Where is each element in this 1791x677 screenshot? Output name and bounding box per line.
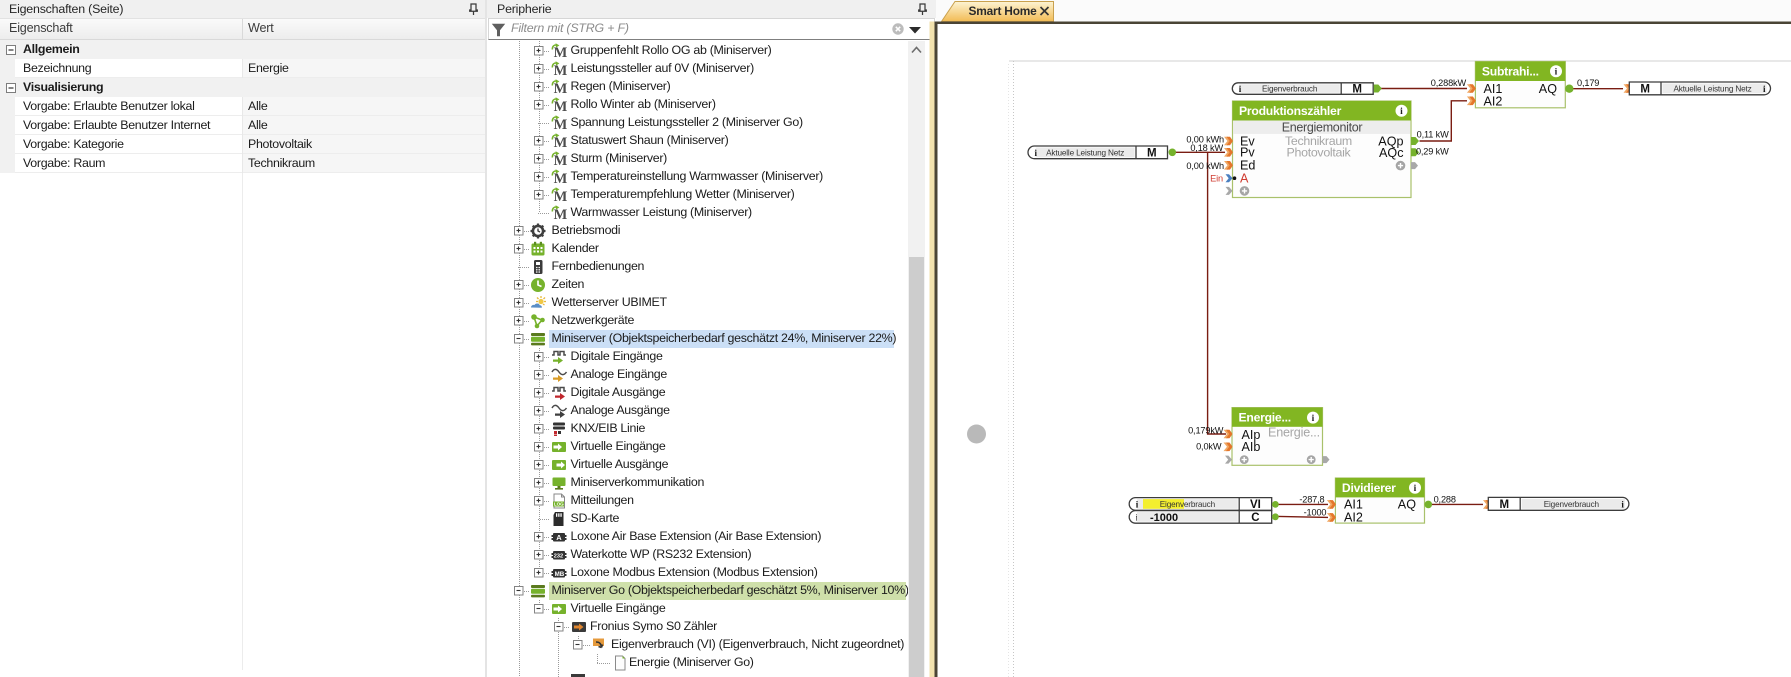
svg-text:Aktuelle Leistung Netz: Aktuelle Leistung Netz [1046, 148, 1124, 157]
svg-text:Pv: Pv [1240, 146, 1255, 160]
svg-text:0,288: 0,288 [1434, 494, 1456, 504]
svg-text:0,288kW: 0,288kW [1431, 78, 1467, 88]
svg-text:i: i [1555, 68, 1558, 78]
svg-text:M: M [554, 99, 568, 113]
svg-text:MB: MB [555, 570, 565, 577]
svg-text:VI: VI [1250, 499, 1261, 511]
svg-text:M: M [554, 135, 568, 149]
svg-text:AQ: AQ [1539, 82, 1557, 96]
svg-text:Produktionszähler: Produktionszähler [1239, 104, 1342, 118]
svg-text:M: M [1147, 147, 1157, 159]
svg-text:AI2: AI2 [1344, 511, 1363, 525]
svg-text:Photovoltaik: Photovoltaik [1287, 146, 1352, 160]
svg-text:M: M [554, 171, 568, 185]
svg-text:i: i [1312, 414, 1315, 424]
svg-text:0,179: 0,179 [1577, 78, 1599, 88]
svg-text:AI1: AI1 [1344, 498, 1363, 512]
svg-text:Ein: Ein [1210, 173, 1223, 183]
svg-text:M: M [554, 153, 568, 167]
svg-text:C: C [1251, 512, 1259, 524]
svg-text:M: M [1640, 83, 1650, 95]
svg-text:Subtrahi...: Subtrahi... [1482, 64, 1539, 78]
svg-text:Dividierer: Dividierer [1342, 481, 1396, 495]
svg-text:M: M [1499, 499, 1509, 511]
svg-text:M: M [554, 189, 568, 203]
svg-text:0,18 kW: 0,18 kW [1190, 143, 1223, 153]
svg-text:0,00 kWh: 0,00 kWh [1186, 161, 1224, 171]
svg-text:Ed: Ed [1240, 159, 1255, 173]
svg-text:-1000: -1000 [1304, 508, 1327, 518]
svg-text:Smart Home: Smart Home [969, 4, 1038, 18]
svg-text:M: M [554, 207, 568, 221]
svg-text:AIb: AIb [1242, 440, 1261, 454]
svg-text:0,179kW: 0,179kW [1188, 425, 1224, 435]
svg-text:0,29 kW: 0,29 kW [1416, 147, 1449, 157]
svg-text:M: M [554, 63, 568, 77]
svg-text:Eigenverbrauch: Eigenverbrauch [1544, 500, 1600, 509]
svg-text:i: i [1400, 107, 1403, 117]
svg-text:AQc: AQc [1379, 146, 1404, 160]
svg-text:Eigenverbrauch: Eigenverbrauch [1160, 500, 1216, 509]
svg-text:M: M [1352, 84, 1362, 96]
svg-text:i: i [1414, 484, 1417, 494]
svg-text:Energiemonitor: Energiemonitor [1282, 120, 1363, 134]
svg-text:Aktuelle Leistung Netz: Aktuelle Leistung Netz [1673, 84, 1751, 93]
svg-text:A: A [1240, 172, 1249, 186]
svg-text:AQ: AQ [1398, 498, 1416, 512]
svg-text:232: 232 [554, 553, 563, 559]
svg-text:A: A [556, 533, 562, 542]
svg-text:-287,8: -287,8 [1299, 494, 1324, 504]
svg-text:-1000: -1000 [1150, 512, 1178, 524]
svg-text:0,0kW: 0,0kW [1196, 441, 1222, 451]
svg-text:0,11 kW: 0,11 kW [1417, 130, 1449, 140]
svg-text:LOG: LOG [554, 501, 564, 506]
svg-text:Energie...: Energie... [1239, 410, 1291, 424]
svg-text:M: M [554, 45, 568, 59]
svg-text:M: M [554, 81, 568, 95]
svg-text:Eigenverbrauch: Eigenverbrauch [1262, 85, 1318, 94]
svg-text:Energie...: Energie... [1268, 425, 1320, 439]
svg-text:M: M [554, 117, 568, 131]
svg-text:AI2: AI2 [1484, 94, 1503, 108]
